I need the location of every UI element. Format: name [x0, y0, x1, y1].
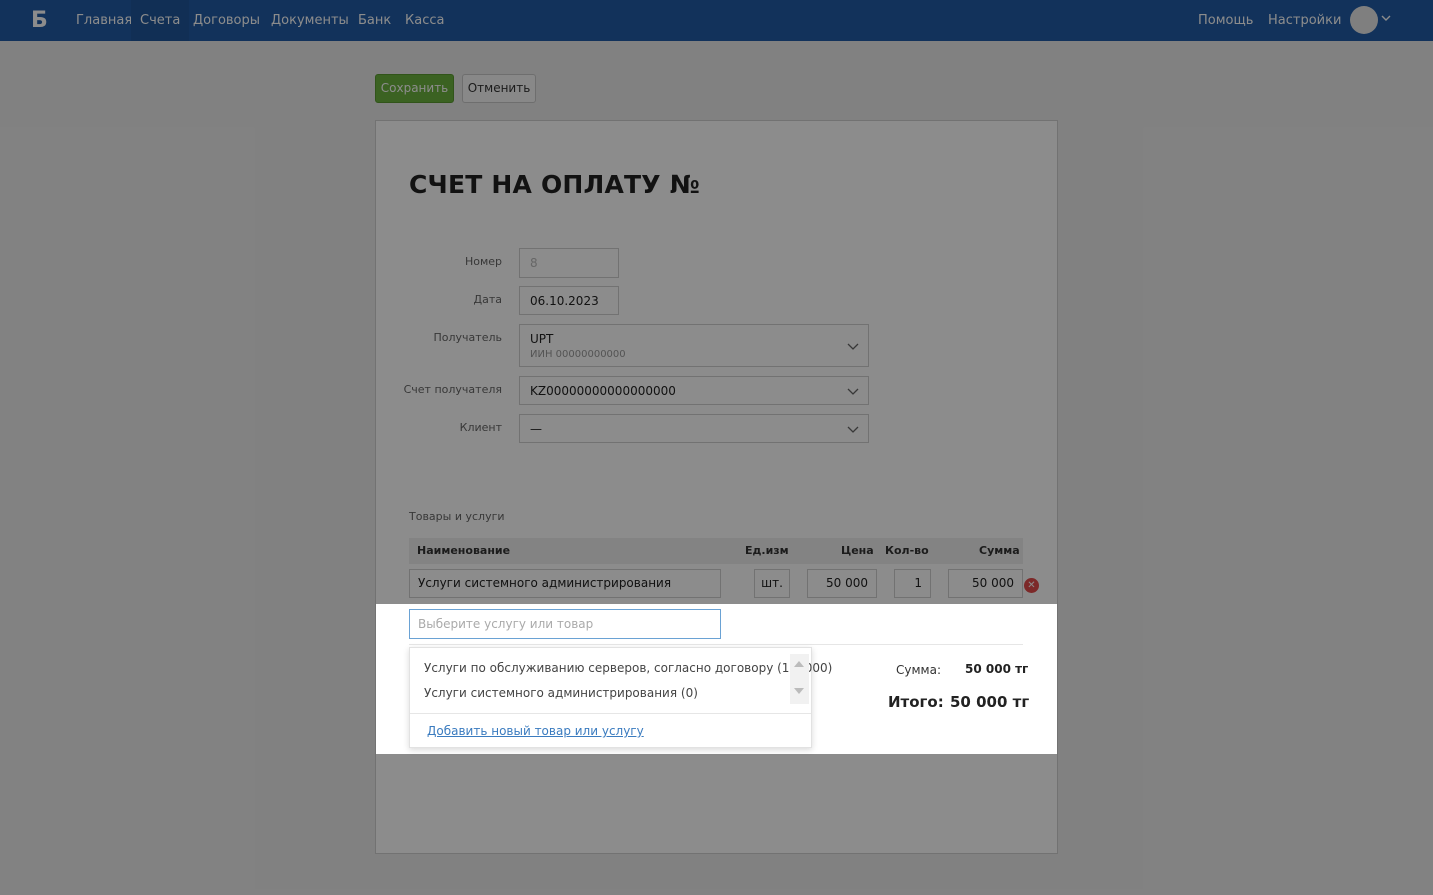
- modal-overlay[interactable]: [0, 0, 1433, 895]
- product-dropdown: Услуги по обслуживанию серверов, согласн…: [409, 647, 832, 748]
- sum-label: Сумма:: [896, 663, 941, 677]
- sum-value: 50 000 тг: [965, 662, 1029, 676]
- search-placeholder: Выберите услугу или товар: [418, 617, 594, 631]
- dropdown-divider: [410, 713, 811, 714]
- dropdown-option[interactable]: Услуги системного администрирования (0): [424, 686, 698, 700]
- dropdown-option[interactable]: Услуги по обслуживанию серверов, согласн…: [424, 661, 832, 675]
- total-value: 50 000 тг: [950, 693, 1030, 711]
- product-search-input[interactable]: Выберите услугу или товар: [409, 609, 721, 639]
- divider: [409, 644, 1023, 645]
- scroll-down-icon[interactable]: [793, 686, 805, 696]
- add-new-product-link[interactable]: Добавить новый товар или услугу: [427, 724, 644, 738]
- total-label: Итого:: [888, 693, 944, 711]
- scroll-up-icon[interactable]: [793, 659, 805, 669]
